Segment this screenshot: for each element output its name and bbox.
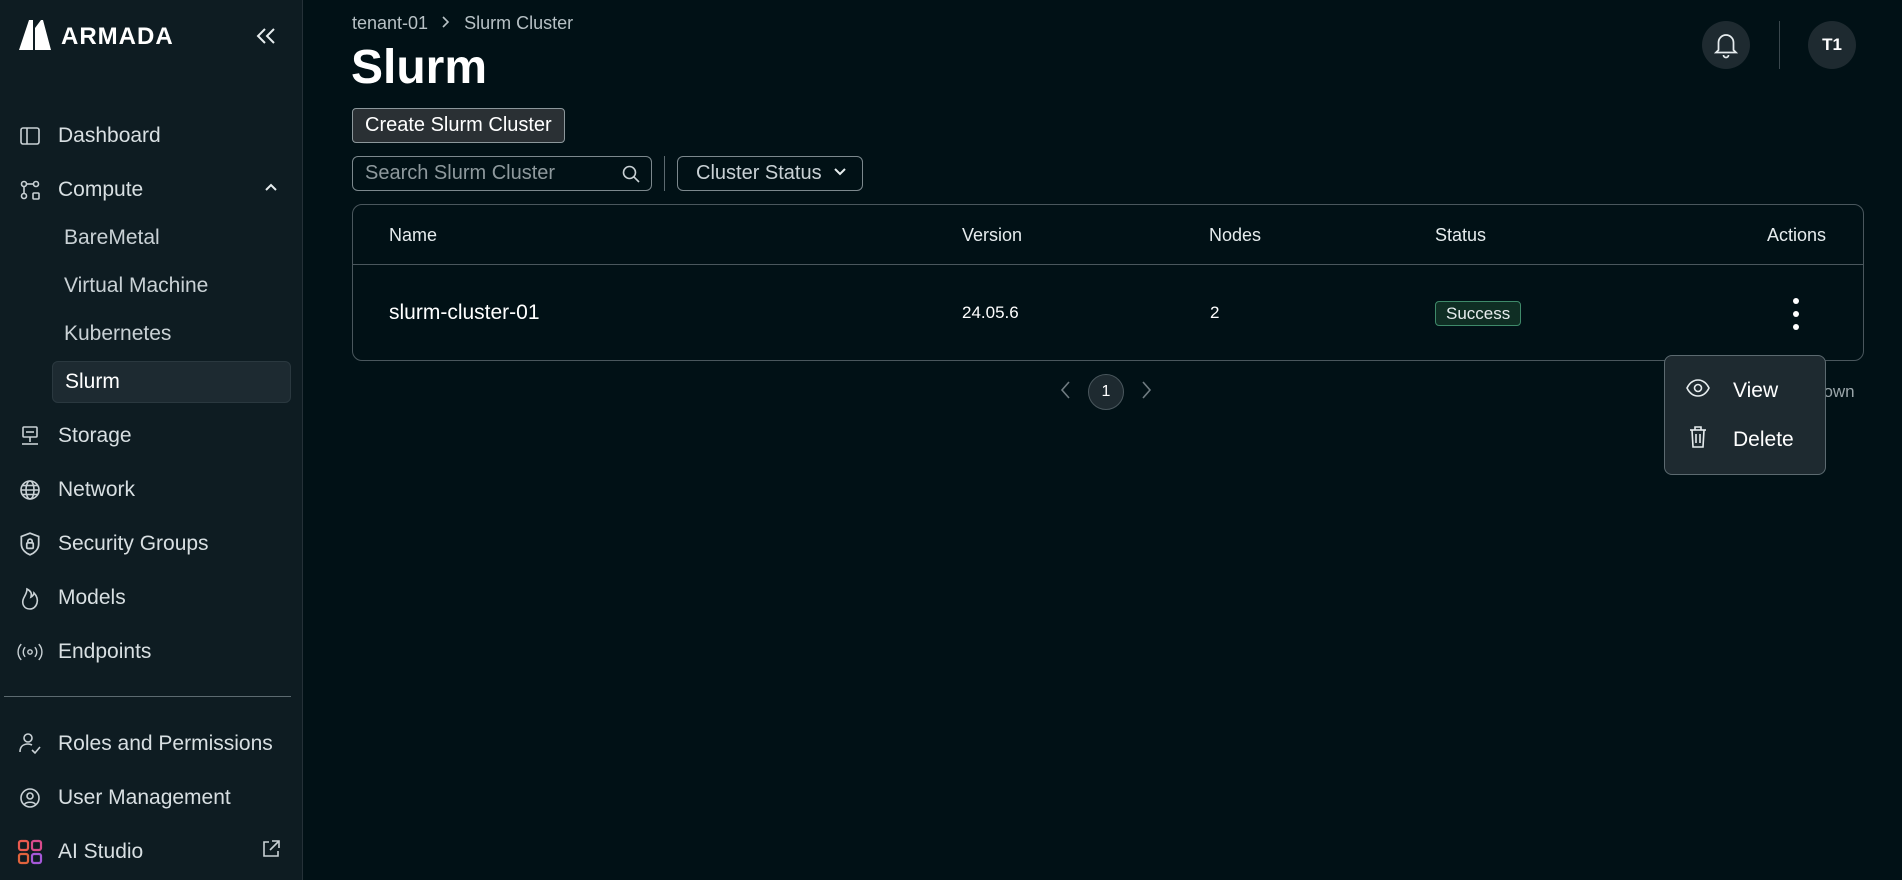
users-check-icon xyxy=(16,730,44,758)
sidebar-item-kubernetes[interactable]: Kubernetes xyxy=(64,316,171,352)
cell-name[interactable]: slurm-cluster-01 xyxy=(389,301,540,325)
sidebar-item-label: Compute xyxy=(58,178,144,201)
menu-item-label: Delete xyxy=(1733,428,1794,451)
breadcrumb-root[interactable]: tenant-01 xyxy=(352,13,428,34)
sidebar-item-label: Dashboard xyxy=(58,124,161,147)
chevron-right-icon xyxy=(440,13,452,34)
sidebar-item-label: User Management xyxy=(58,786,231,809)
ai-studio-icon xyxy=(16,838,44,866)
row-actions-button[interactable] xyxy=(1789,298,1803,330)
sidebar-item-network[interactable]: Network xyxy=(16,470,135,510)
sidebar-item-compute[interactable]: Compute xyxy=(16,170,143,210)
pagination-next-button[interactable] xyxy=(1138,379,1154,406)
header-divider xyxy=(1779,21,1780,69)
toolbar-divider xyxy=(664,156,665,191)
sidebar-item-virtual-machine[interactable]: Virtual Machine xyxy=(64,268,208,304)
sidebar-item-slurm[interactable]: Slurm xyxy=(52,361,291,403)
column-header-actions: Actions xyxy=(1767,225,1827,245)
sidebar-item-roles-and-permissions[interactable]: Roles and Permissions xyxy=(16,724,273,764)
create-slurm-cluster-button[interactable]: Create Slurm Cluster xyxy=(352,108,565,143)
external-link-icon[interactable] xyxy=(260,838,282,865)
chevron-right-icon xyxy=(1142,380,1152,399)
sidebar-divider xyxy=(4,696,291,697)
sidebar-item-security-groups[interactable]: Security Groups xyxy=(16,524,209,564)
sidebar-item-storage[interactable]: Storage xyxy=(16,416,132,456)
brand-logo[interactable]: ARMADA xyxy=(17,18,174,55)
app: ARMADA Dashboard Compute BareMetal Virtu… xyxy=(0,0,1902,880)
eye-icon xyxy=(1685,378,1711,404)
user-circle-icon xyxy=(16,784,44,812)
table-header: Name Version Nodes Status Actions xyxy=(353,205,1863,265)
collapse-sidebar-button[interactable] xyxy=(252,22,280,50)
breadcrumb: tenant-01 Slurm Cluster xyxy=(352,13,573,34)
sidebar-item-ai-studio[interactable]: AI Studio xyxy=(16,832,143,872)
search-icon[interactable] xyxy=(621,164,641,189)
armada-logo-icon xyxy=(17,18,53,55)
cluster-status-filter-label: Cluster Status xyxy=(696,162,822,184)
sidebar-item-dashboard[interactable]: Dashboard xyxy=(16,116,161,156)
column-header-name: Name xyxy=(389,225,438,245)
sidebar-item-label: AI Studio xyxy=(58,840,144,863)
search-input[interactable] xyxy=(365,162,615,185)
cell-nodes: 2 xyxy=(1210,303,1220,322)
sidebar-item-label: Storage xyxy=(58,424,132,447)
double-chevron-left-icon xyxy=(256,28,275,44)
globe-icon xyxy=(16,476,44,504)
column-header-status: Status xyxy=(1435,225,1487,245)
compute-icon xyxy=(16,176,44,204)
page-title: Slurm xyxy=(351,41,488,94)
bell-icon xyxy=(1713,34,1739,59)
sidebar: ARMADA Dashboard Compute BareMetal Virtu… xyxy=(0,0,303,880)
chevron-up-icon[interactable] xyxy=(263,180,279,201)
status-badge: Success xyxy=(1435,301,1522,326)
sidebar-item-label: Endpoints xyxy=(58,640,152,663)
sidebar-item-baremetal[interactable]: BareMetal xyxy=(64,220,160,256)
sidebar-item-label: Network xyxy=(58,478,136,501)
breadcrumb-current: Slurm Cluster xyxy=(464,13,574,33)
column-header-nodes: Nodes xyxy=(1209,225,1262,245)
cell-version: 24.05.6 xyxy=(962,303,1019,322)
kebab-dot-icon xyxy=(1793,324,1799,330)
trash-icon xyxy=(1685,425,1711,455)
pagination-prev-button[interactable] xyxy=(1058,379,1074,406)
sidebar-item-label: Roles and Permissions xyxy=(58,732,273,755)
sidebar-item-models[interactable]: Models xyxy=(16,578,126,618)
row-actions-menu: View Delete xyxy=(1664,355,1826,475)
kebab-dot-icon xyxy=(1793,298,1799,304)
search-box xyxy=(352,156,652,191)
brand-name: ARMADA xyxy=(61,22,174,50)
notifications-button[interactable] xyxy=(1702,21,1750,69)
menu-item-label: View xyxy=(1733,379,1779,402)
menu-item-delete[interactable]: Delete xyxy=(1685,425,1794,455)
menu-item-view[interactable]: View xyxy=(1685,378,1778,404)
sidebar-item-endpoints[interactable]: Endpoints xyxy=(16,632,151,672)
kebab-dot-icon xyxy=(1793,311,1799,317)
chevron-down-icon xyxy=(832,162,848,185)
avatar[interactable]: T1 xyxy=(1808,21,1856,69)
shield-lock-icon xyxy=(16,530,44,558)
slurm-cluster-table: Name Version Nodes Status Actions slurm-… xyxy=(352,204,1864,361)
pagination: 1 xyxy=(1058,374,1154,410)
page-button-1[interactable]: 1 xyxy=(1088,374,1124,410)
column-header-version: Version xyxy=(962,225,1023,245)
chevron-left-icon xyxy=(1060,380,1070,399)
sidebar-item-label: Models xyxy=(58,586,126,609)
sidebar-item-label: Security Groups xyxy=(58,532,209,555)
cluster-status-filter[interactable]: Cluster Status xyxy=(677,156,863,191)
flame-icon xyxy=(16,584,44,612)
sidebar-item-user-management[interactable]: User Management xyxy=(16,778,231,818)
broadcast-icon xyxy=(16,638,44,666)
storage-icon xyxy=(16,422,44,450)
dashboard-icon xyxy=(16,122,44,150)
